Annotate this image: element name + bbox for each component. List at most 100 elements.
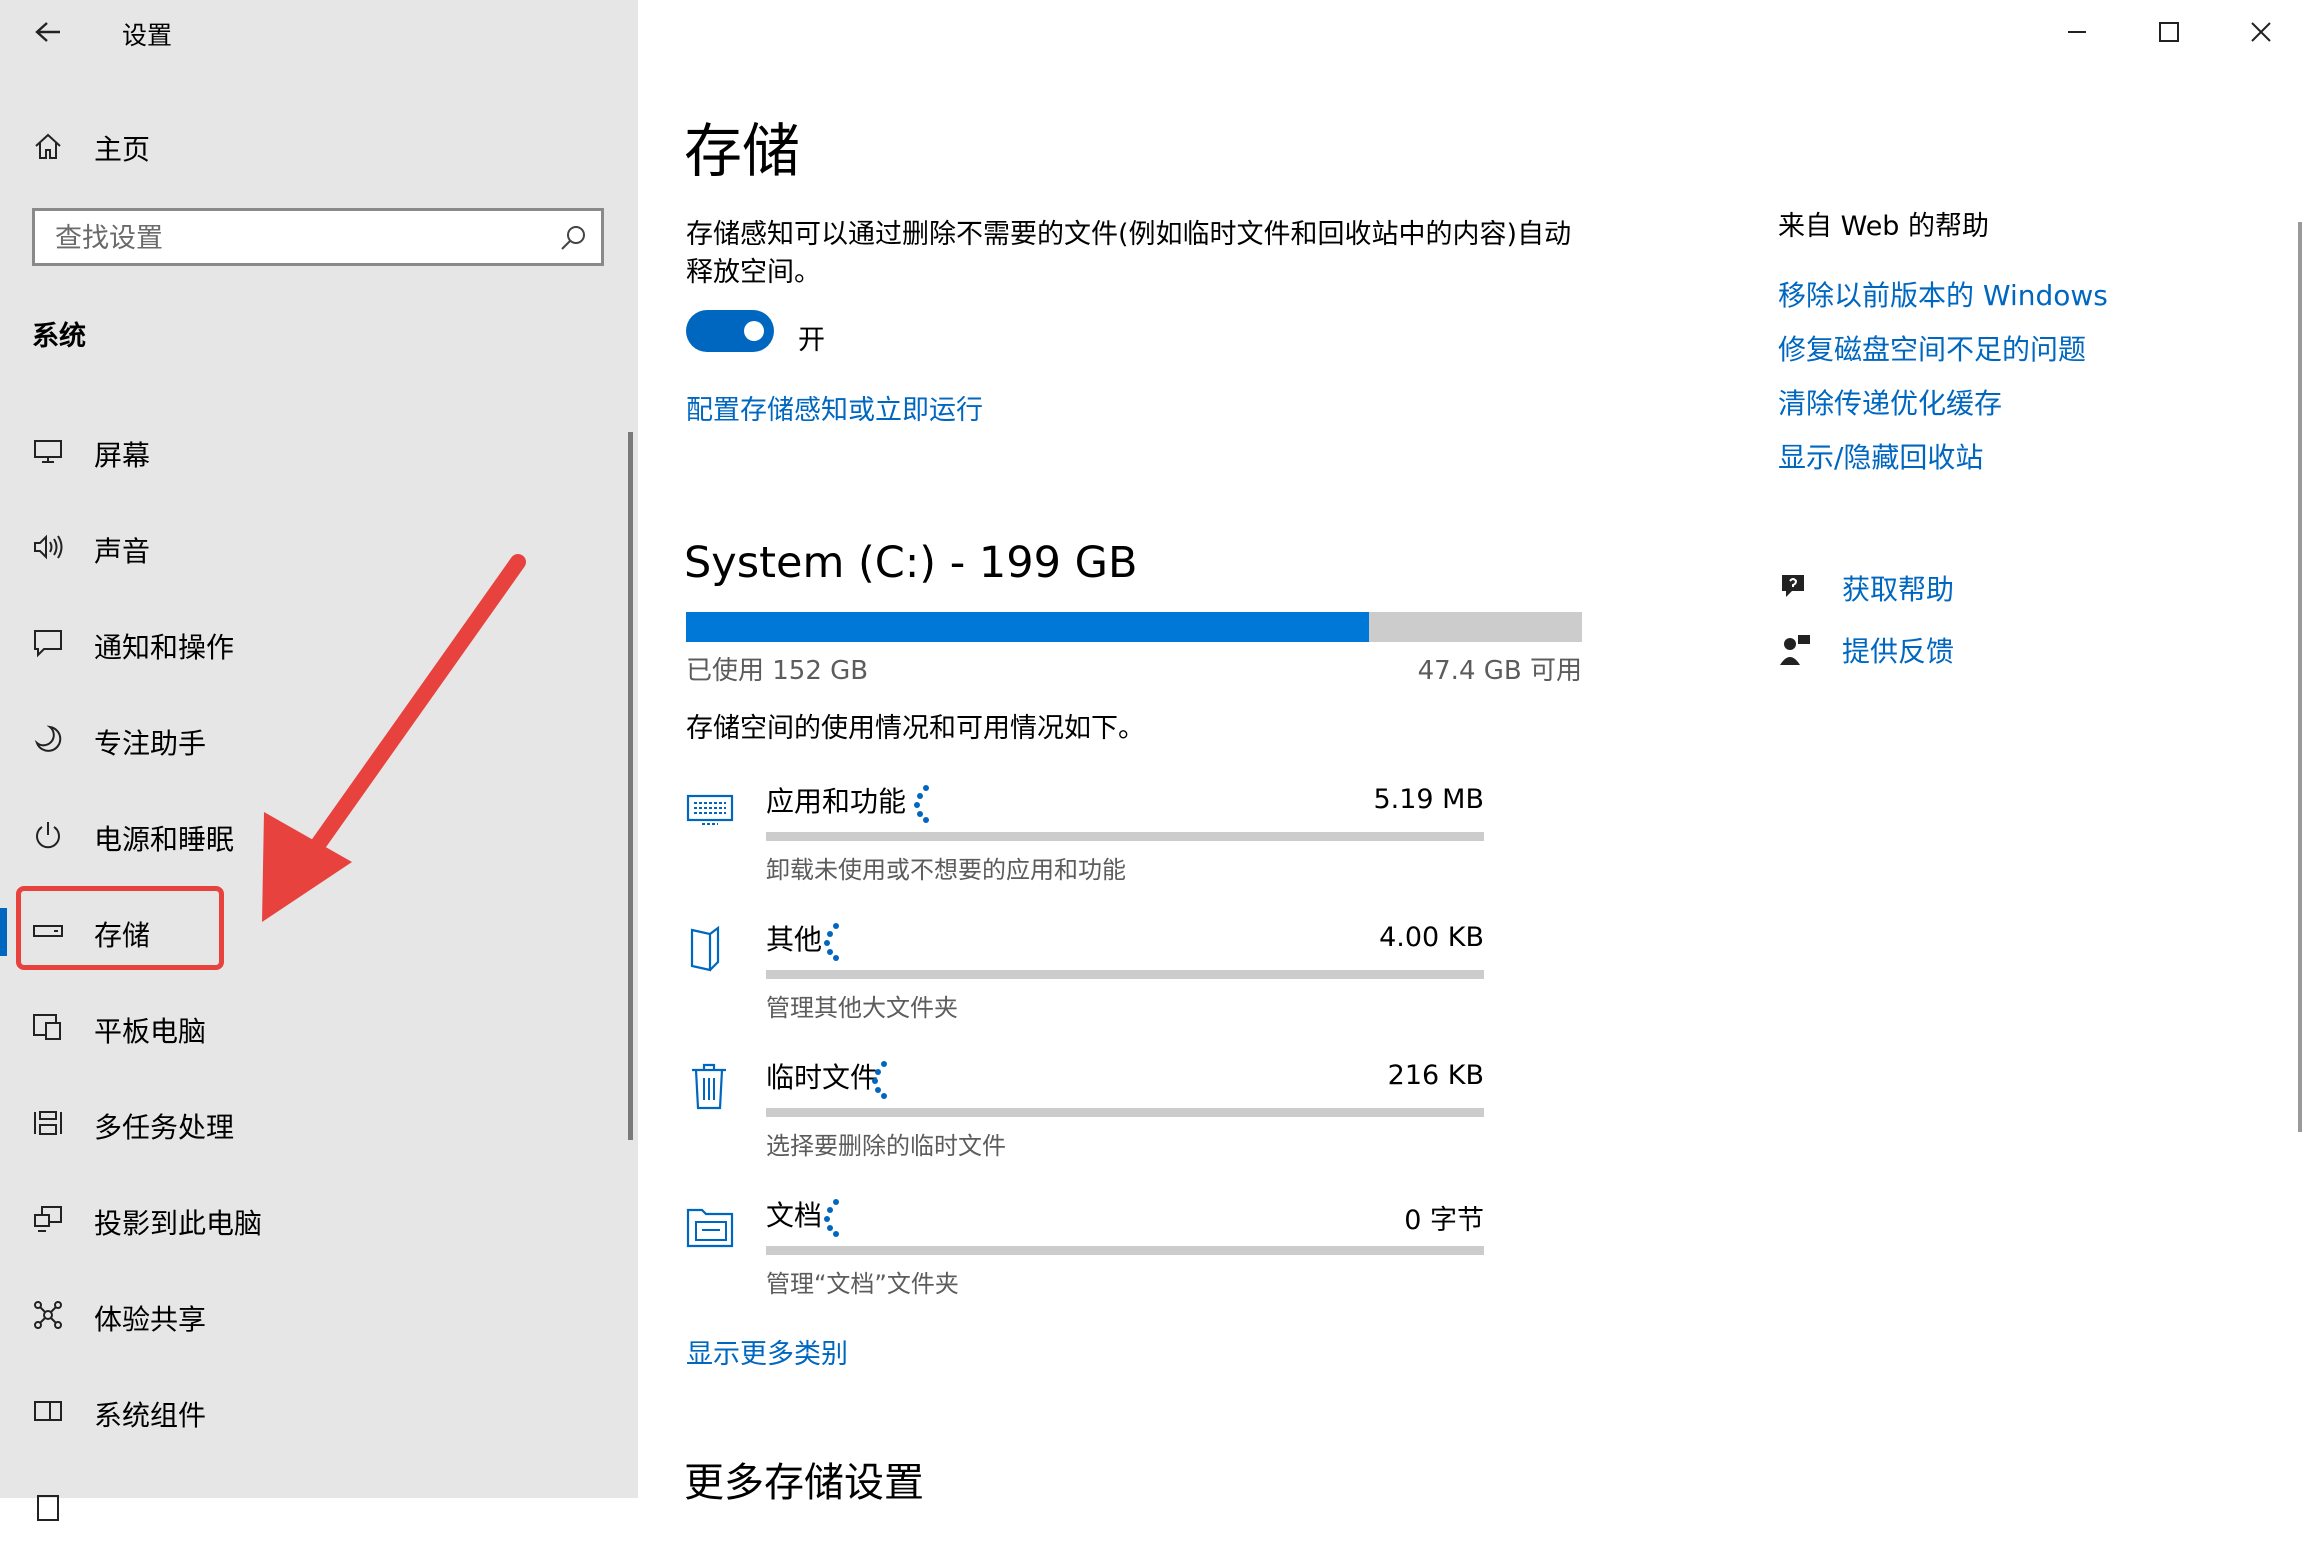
sidebar-item-projecting[interactable]: 投影到此电脑: [0, 1182, 638, 1256]
sidebar-item-shared-experiences[interactable]: 体验共享: [0, 1278, 638, 1352]
category-usage-bar: [766, 970, 1484, 979]
keyboard-icon: [686, 794, 734, 825]
category-usage-bar: [766, 1108, 1484, 1117]
projection-icon: [30, 1201, 66, 1237]
page-title: 存储: [684, 117, 801, 185]
category-temp-files[interactable]: 临时文件 216 KB 选择要删除的临时文件: [686, 1056, 1606, 1166]
search-input[interactable]: [35, 211, 557, 265]
storage-sense-description: 存储感知可以通过删除不需要的文件(例如临时文件和回收站中的内容)自动释放空间。: [686, 219, 1572, 288]
sidebar-item-label: 屏幕: [94, 439, 151, 472]
documents-folder-icon: [686, 1208, 734, 1248]
sidebar-item-label: 系统组件: [94, 1399, 207, 1432]
drive-used-label: 已使用 152 GB: [686, 656, 869, 686]
get-help-row[interactable]: 获取帮助: [1778, 566, 1954, 610]
sidebar-item-display[interactable]: 屏幕: [0, 414, 638, 488]
category-description: 管理“文档”文件夹: [766, 1270, 959, 1298]
multitask-icon: [30, 1105, 66, 1141]
notification-icon: [30, 625, 66, 661]
configure-storage-sense-link[interactable]: 配置存储感知或立即运行: [686, 388, 983, 427]
help-link-clear-cache[interactable]: 清除传递优化缓存: [1778, 382, 2002, 422]
get-help-link[interactable]: 获取帮助: [1842, 568, 1954, 608]
loading-spinner-icon: [824, 923, 839, 961]
sidebar-item-label: 主页: [94, 133, 151, 166]
app-title: 设置: [122, 21, 173, 50]
sidebar-item-tablet[interactable]: 平板电脑: [0, 990, 638, 1064]
main-content: 存储 存储感知可以通过删除不需要的文件(例如临时文件和回收站中的内容)自动释放空…: [638, 0, 2306, 1506]
back-button[interactable]: [22, 10, 74, 54]
sidebar-item-label: 投影到此电脑: [94, 1207, 263, 1240]
main-scrollbar[interactable]: [2298, 222, 2302, 1132]
category-description: 卸载未使用或不想要的应用和功能: [766, 856, 1126, 884]
power-icon: [30, 817, 66, 853]
tablet-icon: [30, 1009, 66, 1045]
toggle-state-label: 开: [798, 325, 825, 356]
sidebar-item-label: 体验共享: [94, 1303, 207, 1336]
help-link-fix-disk-space[interactable]: 修复磁盘空间不足的问题: [1778, 328, 2086, 368]
category-size: 0 字节: [1404, 1205, 1484, 1236]
category-documents[interactable]: 文档 0 字节 管理“文档”文件夹: [686, 1194, 1606, 1304]
components-icon: [30, 1393, 66, 1429]
sidebar-item-label: 平板电脑: [94, 1015, 207, 1048]
help-heading: 来自 Web 的帮助: [1778, 211, 1990, 242]
storage-sense-toggle[interactable]: [686, 310, 774, 352]
minimize-button[interactable]: [2048, 14, 2106, 50]
maximize-icon: [2159, 22, 2179, 42]
more-storage-settings-heading: 更多存储设置: [684, 1460, 924, 1506]
annotation-arrow: [262, 554, 526, 922]
other-files-icon: [690, 925, 720, 972]
sidebar-item-label: 声音: [94, 535, 151, 568]
feedback-row[interactable]: 提供反馈: [1778, 628, 1954, 672]
sidebar-item-label: 通知和操作: [94, 631, 235, 664]
category-usage-bar: [766, 1246, 1484, 1255]
monitor-icon: [30, 433, 66, 469]
close-button[interactable]: [2232, 14, 2290, 50]
usage-description: 存储空间的使用情况和可用情况如下。: [686, 713, 1145, 744]
category-description: 管理其他大文件夹: [766, 994, 958, 1022]
category-size: 5.19 MB: [1373, 784, 1484, 815]
drive-usage-fill: [686, 612, 1369, 642]
sidebar-item-multitasking[interactable]: 多任务处理: [0, 1086, 638, 1160]
drive-title: System (C:) - 199 GB: [684, 538, 1138, 588]
help-link-remove-windows[interactable]: 移除以前版本的 Windows: [1778, 274, 2108, 314]
category-description: 选择要删除的临时文件: [766, 1132, 1006, 1160]
help-link-recycle-bin[interactable]: 显示/隐藏回收站: [1778, 436, 1983, 476]
maximize-button[interactable]: [2140, 14, 2198, 50]
drive-free-label: 47.4 GB 可用: [1417, 656, 1582, 686]
home-icon: [30, 128, 66, 164]
sidebar-item-system-components[interactable]: 系统组件: [0, 1374, 638, 1448]
close-icon: [2251, 22, 2271, 42]
minimize-icon: [2068, 31, 2086, 33]
trash-icon: [692, 1063, 726, 1110]
category-name: 其他: [766, 923, 823, 956]
clipboard-icon: [30, 1489, 66, 1525]
feedback-person-icon: [1778, 633, 1812, 667]
toggle-knob: [744, 321, 764, 341]
category-name: 应用和功能: [766, 785, 907, 818]
drive-usage-bar: [686, 612, 1582, 642]
share-icon: [30, 1297, 66, 1333]
sidebar-scrollbar[interactable]: [628, 432, 633, 1140]
sidebar-item-label: 专注助手: [94, 727, 207, 760]
help-chat-icon: [1778, 571, 1812, 605]
sidebar-item-partial[interactable]: [0, 1470, 638, 1544]
show-more-categories-link[interactable]: 显示更多类别: [686, 1332, 848, 1371]
sidebar: 设置 主页 系统 屏幕 声音 通知和操作 专注助: [0, 0, 638, 1521]
loading-spinner-icon: [914, 785, 929, 823]
category-size: 216 KB: [1387, 1060, 1484, 1091]
category-apps[interactable]: 应用和功能 5.19 MB 卸载未使用或不想要的应用和功能: [686, 780, 1606, 890]
category-name: 文档: [766, 1199, 823, 1232]
search-box[interactable]: [32, 208, 604, 266]
section-heading: 系统: [32, 321, 86, 352]
search-icon: [561, 226, 585, 250]
feedback-link[interactable]: 提供反馈: [1842, 630, 1954, 670]
sidebar-item-home[interactable]: 主页: [0, 118, 638, 174]
back-arrow-icon: [35, 22, 60, 42]
sidebar-item-label: 多任务处理: [94, 1111, 235, 1144]
annotation-highlight-box: [16, 886, 224, 970]
category-usage-bar: [766, 832, 1484, 841]
category-name: 临时文件: [766, 1061, 879, 1094]
category-other[interactable]: 其他 4.00 KB 管理其他大文件夹: [686, 918, 1606, 1028]
loading-spinner-icon: [872, 1061, 887, 1099]
category-size: 4.00 KB: [1379, 922, 1484, 953]
speaker-icon: [30, 529, 66, 565]
